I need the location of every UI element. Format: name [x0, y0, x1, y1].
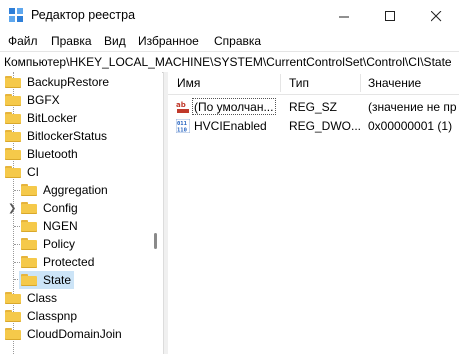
tree-item[interactable]: CloudDomainJoin	[5, 325, 122, 343]
folder-icon	[5, 292, 21, 304]
menu-file[interactable]: Файл	[8, 34, 38, 48]
values-list: Имя Тип Значение ab (По умолчан... REG_S…	[168, 72, 459, 354]
title-bar: Редактор реестра	[0, 0, 459, 32]
maximize-button[interactable]	[367, 0, 413, 32]
folder-icon	[5, 112, 21, 124]
menu-view[interactable]: Вид	[104, 34, 126, 48]
window-title: Редактор реестра	[31, 8, 136, 22]
registry-tree: BackupRestore BGFX BitLocker BitlockerSt…	[0, 72, 162, 354]
close-button[interactable]	[413, 0, 459, 32]
folder-icon	[5, 76, 21, 88]
folder-icon	[21, 202, 37, 214]
tree-item[interactable]: Config	[21, 199, 78, 217]
tree-scrollbar[interactable]	[153, 72, 161, 354]
minimize-icon	[338, 16, 349, 17]
column-divider[interactable]	[360, 74, 361, 92]
svg-text:011: 011	[177, 121, 188, 127]
tree-item[interactable]: NGEN	[21, 217, 78, 235]
tree-item[interactable]: Class	[5, 289, 57, 307]
folder-open-icon	[5, 166, 21, 178]
svg-text:110: 110	[177, 128, 187, 134]
value-type: REG_SZ	[289, 100, 338, 114]
folder-icon	[5, 94, 21, 106]
list-row[interactable]: ab (По умолчан... REG_SZ (значение не пр	[168, 98, 459, 116]
tree-item[interactable]: BitlockerStatus	[5, 127, 107, 145]
folder-icon	[21, 256, 37, 268]
tree-connector	[14, 244, 20, 245]
folder-icon	[5, 148, 21, 160]
tree-item[interactable]: BGFX	[5, 91, 60, 109]
folder-icon	[21, 238, 37, 250]
menu-help[interactable]: Справка	[214, 34, 261, 48]
maximize-icon	[384, 10, 395, 21]
svg-text:ab: ab	[176, 101, 186, 109]
folder-icon	[5, 328, 21, 340]
folder-icon	[5, 310, 21, 322]
folder-icon	[21, 184, 37, 196]
tree-connector	[14, 190, 20, 191]
tree-scrollbar-thumb[interactable]	[154, 233, 157, 249]
value-data: 0x00000001 (1)	[368, 119, 453, 133]
tree-item[interactable]: BackupRestore	[5, 73, 109, 91]
value-name: HVCIEnabled	[194, 119, 267, 133]
tree-item[interactable]: Classpnp	[5, 307, 77, 325]
binary-value-icon: 011 110	[176, 119, 190, 133]
menu-favorites[interactable]: Избранное	[138, 34, 199, 48]
menu-edit[interactable]: Правка	[51, 34, 92, 48]
folder-icon	[21, 274, 37, 286]
value-name: (По умолчан...	[194, 100, 274, 114]
tree-item[interactable]: Aggregation	[21, 181, 108, 199]
string-value-icon: ab	[176, 100, 190, 114]
tree-connector	[14, 226, 20, 227]
value-type: REG_DWO...	[289, 119, 362, 133]
folder-icon	[5, 130, 21, 142]
column-value[interactable]: Значение	[368, 76, 421, 90]
tree-item[interactable]: BitLocker	[5, 109, 77, 127]
chevron-right-icon[interactable]: ❯	[8, 203, 16, 214]
close-icon	[430, 10, 441, 21]
list-row[interactable]: 011 110 HVCIEnabled REG_DWO... 0x0000000…	[168, 117, 459, 135]
address-path: Компьютер\HKEY_LOCAL_MACHINE\SYSTEM\Curr…	[4, 55, 452, 69]
tree-item-ci[interactable]: CI	[5, 163, 39, 181]
tree-item[interactable]: Policy	[21, 235, 75, 253]
column-type[interactable]: Тип	[289, 76, 309, 90]
tree-item-selected[interactable]: State	[19, 271, 75, 289]
tree-connector	[14, 262, 20, 263]
minimize-button[interactable]	[321, 0, 367, 32]
folder-icon	[21, 220, 37, 232]
value-data: (значение не пр	[368, 100, 457, 114]
column-name[interactable]: Имя	[177, 76, 200, 90]
menu-bar: Файл Правка Вид Избранное Справка	[0, 32, 459, 51]
address-bar[interactable]: Компьютер\HKEY_LOCAL_MACHINE\SYSTEM\Curr…	[0, 51, 459, 73]
registry-editor-icon	[9, 8, 23, 22]
tree-item[interactable]: Bluetooth	[5, 145, 78, 163]
tree-item[interactable]: Protected	[21, 253, 94, 271]
list-header: Имя Тип Значение	[168, 72, 459, 95]
column-divider[interactable]	[280, 74, 281, 92]
